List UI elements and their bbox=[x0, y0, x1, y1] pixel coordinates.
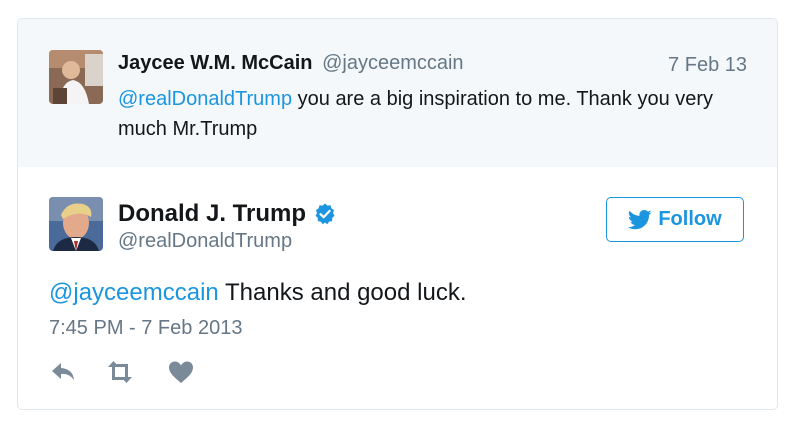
reply-author-handle[interactable]: @jayceemccain bbox=[322, 52, 463, 74]
heart-icon[interactable] bbox=[166, 359, 196, 385]
follow-button[interactable]: Follow bbox=[606, 197, 744, 242]
avatar[interactable] bbox=[49, 50, 103, 104]
reply-context-header: Jaycee W.M. McCain @jayceemccain bbox=[118, 52, 464, 75]
bird-icon bbox=[628, 209, 652, 229]
tweet-author-handle[interactable]: @realDonaldTrump bbox=[118, 230, 292, 253]
reply-author-name[interactable]: Jaycee W.M. McCain bbox=[118, 52, 313, 74]
tweet-timestamp[interactable]: 7:45 PM - 7 Feb 2013 bbox=[49, 317, 242, 340]
retweet-icon[interactable] bbox=[105, 359, 135, 385]
reply-context: Jaycee W.M. McCain @jayceemccain 7 Feb 1… bbox=[18, 19, 777, 167]
reply-text: @realDonaldTrump you are a big inspirati… bbox=[118, 84, 728, 144]
embedded-tweet-card: Jaycee W.M. McCain @jayceemccain 7 Feb 1… bbox=[17, 18, 778, 410]
verified-badge-icon bbox=[313, 202, 337, 226]
follow-button-label: Follow bbox=[658, 208, 722, 230]
tweet-author-row: Donald J. Trump bbox=[118, 200, 337, 228]
tweet-author-name[interactable]: Donald J. Trump bbox=[118, 200, 306, 228]
tweet-text: @jayceemccain Thanks and good luck. bbox=[49, 279, 467, 307]
reply-icon[interactable] bbox=[49, 359, 79, 385]
avatar-image bbox=[49, 197, 103, 251]
tweet-mention-link[interactable]: @jayceemccain bbox=[49, 279, 219, 306]
reply-date[interactable]: 7 Feb 13 bbox=[668, 54, 747, 77]
tweet-body-text: Thanks and good luck. bbox=[218, 279, 467, 306]
avatar-image bbox=[49, 50, 103, 104]
reply-mention-link[interactable]: @realDonaldTrump bbox=[118, 88, 292, 110]
avatar[interactable] bbox=[49, 197, 103, 251]
